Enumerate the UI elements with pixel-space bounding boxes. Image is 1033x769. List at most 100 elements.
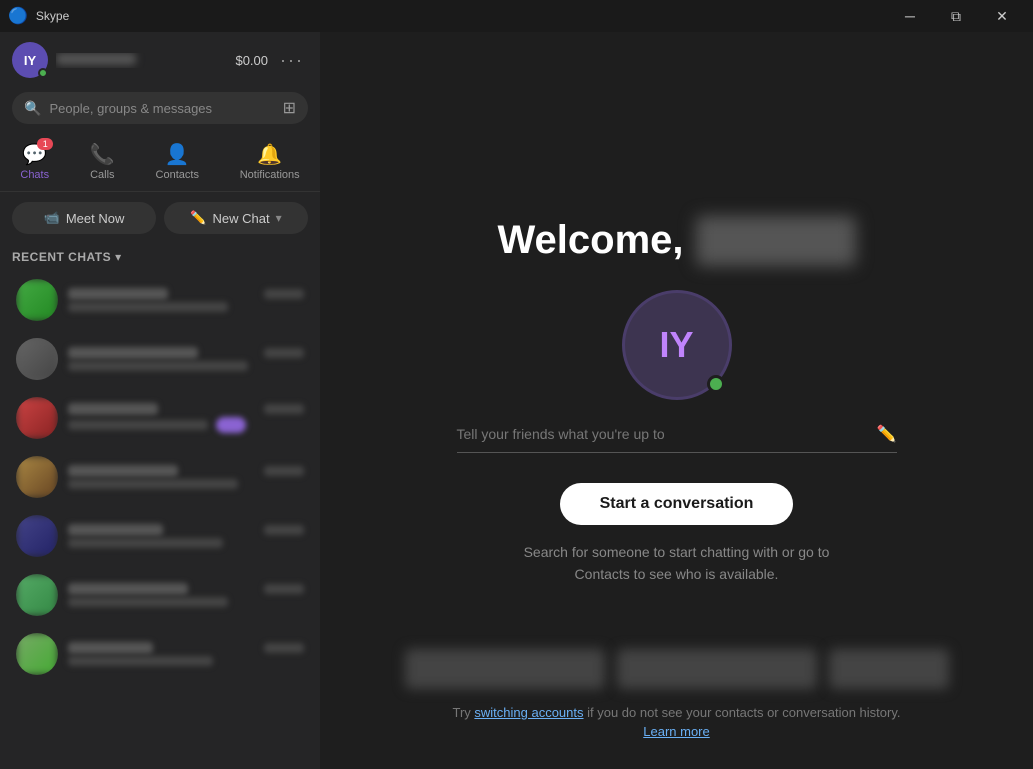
more-options-button[interactable]: ··· bbox=[276, 46, 308, 75]
main-avatar-initials: IY bbox=[659, 324, 693, 366]
status-bar[interactable]: Tell your friends what you're up to ✏️ bbox=[457, 424, 897, 453]
profile-bar[interactable]: IY $0.00 ··· bbox=[0, 32, 320, 88]
new-chat-button[interactable]: ✏️ New Chat ▾ bbox=[164, 202, 308, 234]
bottom-banners bbox=[405, 649, 949, 689]
contacts-icon: 👤 bbox=[165, 142, 190, 167]
banner-2 bbox=[617, 649, 817, 689]
chat-time bbox=[264, 466, 304, 476]
tab-chats[interactable]: 💬 1 Chats bbox=[8, 136, 61, 187]
list-item[interactable] bbox=[4, 271, 316, 329]
chat-time bbox=[264, 289, 304, 299]
switching-accounts-link[interactable]: switching accounts bbox=[474, 705, 583, 720]
avatar-initials: IY bbox=[24, 53, 36, 68]
calls-label: Calls bbox=[90, 169, 114, 181]
action-buttons: 📹 Meet Now ✏️ New Chat ▾ bbox=[0, 192, 320, 244]
chevron-down-icon: ▾ bbox=[276, 211, 282, 225]
app-container: IY $0.00 ··· 🔍 ⊞ 💬 1 Chats bbox=[0, 32, 1033, 769]
chat-info bbox=[68, 347, 304, 371]
chat-time bbox=[264, 404, 304, 414]
contacts-label: Contacts bbox=[156, 169, 199, 181]
chat-preview bbox=[68, 361, 248, 371]
minimize-button[interactable]: ─ bbox=[887, 0, 933, 32]
chat-time bbox=[264, 348, 304, 358]
avatar bbox=[16, 515, 58, 557]
tab-calls[interactable]: 📞 Calls bbox=[78, 136, 127, 187]
main-avatar: IY bbox=[622, 290, 732, 400]
profile-credit: $0.00 bbox=[235, 53, 268, 68]
title-bar: 🔵 Skype ─ ⧉ ✕ bbox=[0, 0, 1033, 32]
avatar bbox=[16, 574, 58, 616]
app-icon: 🔵 bbox=[8, 6, 28, 26]
chat-info bbox=[68, 288, 304, 312]
chat-time bbox=[264, 584, 304, 594]
calls-icon: 📞 bbox=[90, 142, 115, 167]
title-bar-left: 🔵 Skype bbox=[8, 6, 69, 26]
avatar bbox=[16, 633, 58, 675]
restore-button[interactable]: ⧉ bbox=[933, 0, 979, 32]
chat-time bbox=[264, 525, 304, 535]
chat-name bbox=[68, 465, 178, 477]
search-icon: 🔍 bbox=[24, 100, 41, 117]
welcome-section: Welcome, IY Tell your friends what you'r… bbox=[457, 216, 897, 453]
search-input[interactable] bbox=[49, 101, 274, 116]
chat-preview bbox=[68, 656, 213, 666]
chat-list[interactable] bbox=[0, 270, 320, 769]
banner-1 bbox=[405, 649, 605, 689]
meet-now-label: Meet Now bbox=[66, 211, 125, 226]
notifications-label: Notifications bbox=[240, 169, 300, 181]
learn-more-link[interactable]: Learn more bbox=[320, 724, 1033, 739]
avatar bbox=[16, 338, 58, 380]
chat-preview bbox=[68, 538, 223, 548]
main-online-dot bbox=[707, 375, 725, 393]
chats-label: Chats bbox=[20, 169, 49, 181]
chat-info bbox=[68, 642, 304, 666]
chat-time bbox=[264, 643, 304, 653]
username-blur bbox=[696, 216, 856, 266]
chat-name bbox=[68, 524, 163, 536]
nav-tabs: 💬 1 Chats 📞 Calls 👤 Contacts 🔔 Notificat… bbox=[0, 132, 320, 192]
online-status-dot bbox=[38, 68, 48, 78]
list-item[interactable] bbox=[4, 389, 316, 447]
video-icon: 📹 bbox=[44, 210, 60, 226]
chat-name bbox=[68, 642, 153, 654]
search-bar[interactable]: 🔍 ⊞ bbox=[12, 92, 308, 124]
tab-notifications[interactable]: 🔔 Notifications bbox=[228, 136, 312, 187]
grid-icon[interactable]: ⊞ bbox=[283, 98, 296, 118]
recent-chats-header[interactable]: RECENT CHATS ▾ bbox=[0, 244, 320, 270]
edit-icon[interactable]: ✏️ bbox=[877, 424, 897, 444]
chat-name bbox=[68, 583, 188, 595]
tab-contacts[interactable]: 👤 Contacts bbox=[144, 136, 211, 187]
avatar bbox=[16, 397, 58, 439]
main-content: Welcome, IY Tell your friends what you'r… bbox=[320, 32, 1033, 769]
list-item[interactable] bbox=[4, 330, 316, 388]
chat-name bbox=[68, 288, 168, 300]
start-conversation-button[interactable]: Start a conversation bbox=[560, 483, 794, 525]
meet-now-button[interactable]: 📹 Meet Now bbox=[12, 202, 156, 234]
help-section: Search for someone to start chatting wit… bbox=[524, 541, 830, 586]
banner-3 bbox=[829, 649, 949, 689]
list-item[interactable] bbox=[4, 566, 316, 624]
close-button[interactable]: ✕ bbox=[979, 0, 1025, 32]
avatar bbox=[16, 279, 58, 321]
chat-info bbox=[68, 403, 304, 433]
recent-chats-chevron-icon: ▾ bbox=[115, 250, 121, 264]
list-item[interactable] bbox=[4, 625, 316, 683]
chat-info bbox=[68, 465, 304, 489]
chat-name bbox=[68, 347, 198, 359]
list-item[interactable] bbox=[4, 448, 316, 506]
chat-preview bbox=[68, 479, 238, 489]
footer-text: Try switching accounts if you do not see… bbox=[320, 705, 1033, 739]
chat-info bbox=[68, 524, 304, 548]
chat-preview bbox=[68, 420, 208, 430]
notifications-icon: 🔔 bbox=[257, 142, 282, 167]
compose-icon: ✏️ bbox=[190, 210, 206, 226]
chat-badge bbox=[216, 417, 246, 433]
welcome-heading: Welcome, bbox=[498, 216, 856, 266]
avatar bbox=[16, 456, 58, 498]
list-item[interactable] bbox=[4, 507, 316, 565]
sidebar: IY $0.00 ··· 🔍 ⊞ 💬 1 Chats bbox=[0, 32, 320, 769]
status-placeholder: Tell your friends what you're up to bbox=[457, 426, 665, 442]
app-title: Skype bbox=[36, 9, 69, 23]
chat-name bbox=[68, 403, 158, 415]
window-controls: ─ ⧉ ✕ bbox=[887, 0, 1025, 32]
